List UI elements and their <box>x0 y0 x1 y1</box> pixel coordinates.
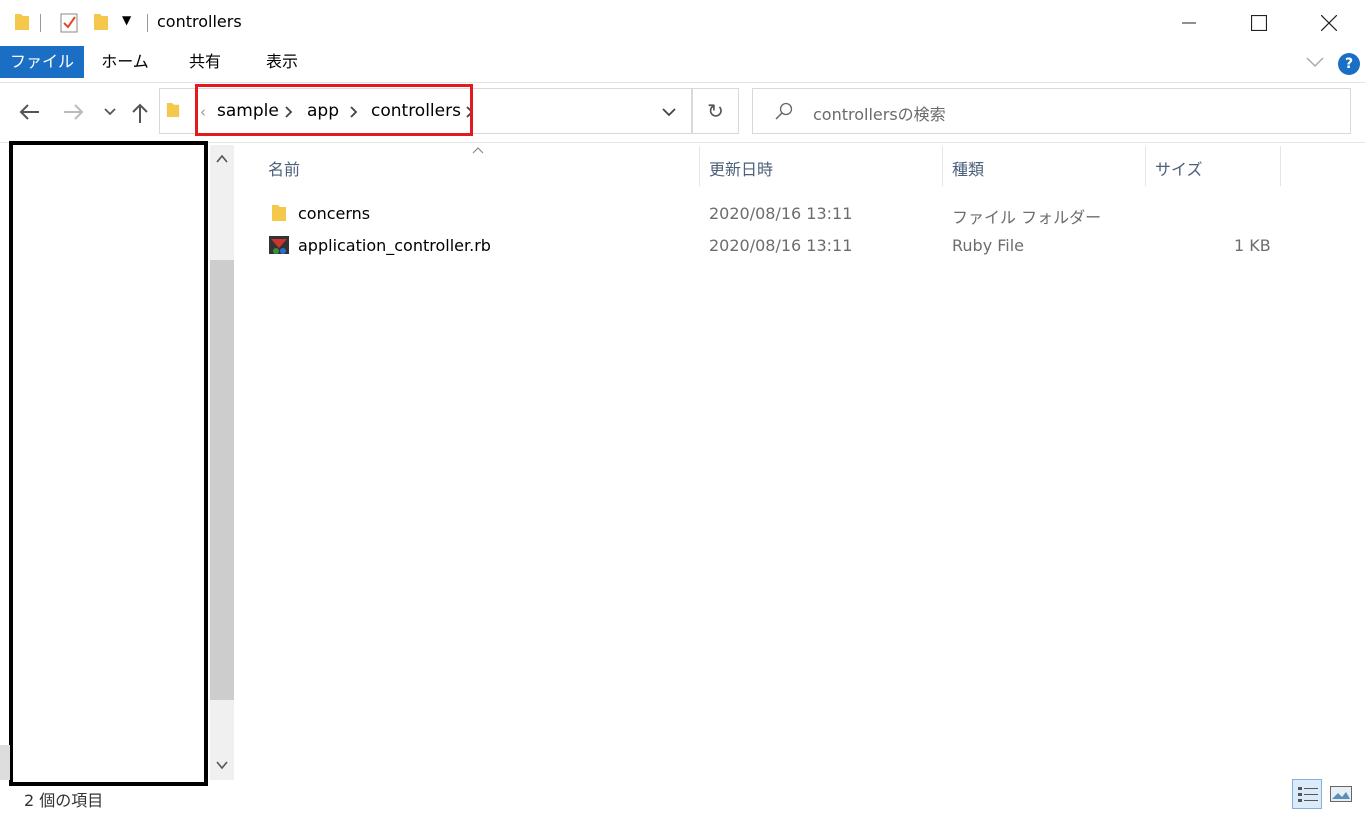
title-bar: ▼ controllers <box>0 0 1365 46</box>
refresh-button[interactable]: ↻ <box>692 88 739 134</box>
list-item[interactable]: application_controller.rb 2020/08/16 13:… <box>262 230 1282 260</box>
properties-icon[interactable] <box>58 12 80 34</box>
column-divider[interactable] <box>942 146 943 186</box>
column-divider[interactable] <box>699 146 700 186</box>
details-view-button[interactable] <box>1292 779 1322 809</box>
file-name: application_controller.rb <box>298 236 491 255</box>
tab-home[interactable]: ホーム <box>92 46 158 78</box>
file-size: 1 KB <box>1234 236 1271 255</box>
maximize-icon <box>1251 15 1267 31</box>
navigation-pane[interactable] <box>9 141 208 786</box>
sort-ascending-icon <box>472 147 484 154</box>
maximize-button[interactable] <box>1224 0 1294 46</box>
status-item-count: 2 個の項目 <box>24 791 104 810</box>
column-header-type[interactable]: 種類 <box>952 156 984 180</box>
tab-view[interactable]: 表示 <box>252 46 312 78</box>
column-divider[interactable] <box>1145 146 1146 186</box>
list-item[interactable]: concerns 2020/08/16 13:11 ファイル フォルダー <box>262 198 1282 228</box>
minimize-button[interactable] <box>1154 0 1224 46</box>
scroll-up-icon[interactable] <box>216 154 228 164</box>
folder-icon <box>272 205 286 221</box>
details-view-icon <box>1298 787 1318 802</box>
close-button[interactable] <box>1294 0 1364 46</box>
search-input[interactable]: controllersの検索 <box>813 101 946 125</box>
location-folder-icon <box>166 103 180 117</box>
large-icons-view-button[interactable] <box>1326 779 1356 809</box>
highlight-box <box>195 84 473 136</box>
large-icons-view-icon <box>1330 786 1352 802</box>
file-date: 2020/08/16 13:11 <box>709 204 853 223</box>
close-icon <box>1321 15 1337 31</box>
up-arrow-icon[interactable] <box>131 102 149 124</box>
quick-access-dropdown-icon[interactable]: ▼ <box>122 13 131 27</box>
refresh-icon: ↻ <box>707 99 724 123</box>
forward-arrow-icon[interactable] <box>63 103 85 121</box>
folder-icon[interactable] <box>14 12 30 32</box>
column-header-name[interactable]: 名前 <box>268 156 300 180</box>
nav-pane-edge <box>0 745 10 780</box>
scroll-down-icon[interactable] <box>216 760 228 770</box>
new-folder-icon[interactable] <box>93 12 109 32</box>
help-icon[interactable]: ? <box>1338 53 1360 75</box>
nav-scrollbar-thumb[interactable] <box>210 260 234 700</box>
recent-locations-icon[interactable] <box>104 107 116 117</box>
window-title: controllers <box>157 12 242 31</box>
expand-ribbon-icon[interactable] <box>1306 56 1324 68</box>
minimize-icon <box>1182 22 1196 24</box>
column-header-date[interactable]: 更新日時 <box>709 156 773 180</box>
back-arrow-icon[interactable] <box>18 103 40 121</box>
file-type: ファイル フォルダー <box>952 208 1102 227</box>
file-name: concerns <box>298 204 371 223</box>
tab-file[interactable]: ファイル <box>0 46 84 78</box>
search-icon <box>775 102 793 120</box>
address-dropdown-icon[interactable] <box>662 107 676 117</box>
tab-share[interactable]: 共有 <box>176 46 234 78</box>
ruby-file-icon <box>269 236 289 254</box>
column-divider[interactable] <box>1280 146 1281 186</box>
column-header-size[interactable]: サイズ <box>1155 156 1203 180</box>
file-date: 2020/08/16 13:11 <box>709 236 853 255</box>
file-type: Ruby File <box>952 236 1025 255</box>
